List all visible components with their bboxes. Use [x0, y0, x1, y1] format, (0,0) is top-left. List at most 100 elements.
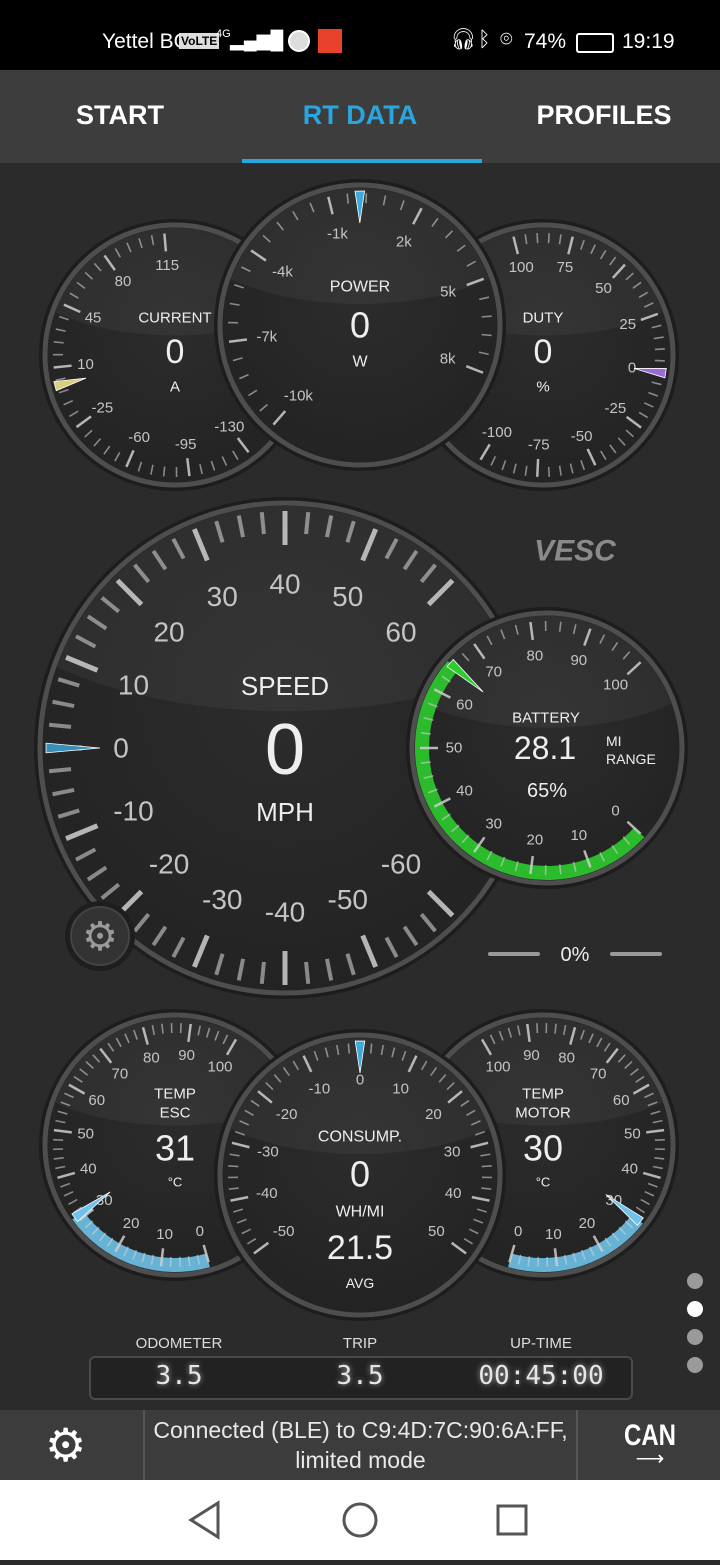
tick-label: 60 — [456, 697, 473, 714]
can-button[interactable]: CAN ⟶ — [600, 1420, 700, 1466]
trip-label: TRIP — [260, 1335, 460, 1352]
tick-label: 20 — [527, 832, 544, 849]
duty-value: 0 — [534, 333, 553, 371]
tick-label: 50 — [595, 280, 612, 297]
tick-label: -1k — [327, 225, 348, 242]
tick-label: 40 — [621, 1161, 638, 1178]
minor-tick — [164, 467, 165, 477]
tick-label: 70 — [111, 1065, 128, 1082]
tick-label: 90 — [570, 652, 587, 669]
tick-label: -10k — [284, 387, 314, 404]
tick-label: 10 — [118, 670, 149, 701]
minor-tick — [348, 1044, 349, 1054]
current-unit: A — [170, 379, 180, 396]
minor-tick — [262, 512, 264, 534]
tick-label: 70 — [485, 663, 502, 680]
tick-label: 80 — [527, 647, 544, 664]
settings-button[interactable]: ⚙ — [45, 1420, 86, 1470]
consumption-unit: WH/MI — [336, 1204, 385, 1221]
tick-label: 0 — [196, 1223, 204, 1240]
tick-label: 0 — [611, 802, 619, 819]
tick-label: 10 — [545, 1226, 562, 1243]
tick-label: -60 — [128, 429, 150, 446]
power-unit: W — [352, 354, 368, 371]
tick-label: -10 — [309, 1081, 331, 1098]
minor-tick — [371, 1044, 372, 1054]
tick-label: 20 — [425, 1106, 442, 1123]
consumption-avg-value: 21.5 — [327, 1229, 393, 1267]
tick-label: 45 — [85, 309, 102, 326]
consumption-title: CONSUMP. — [318, 1129, 402, 1146]
dashboard-gauges: 115804510-25-60-95-1301007550250-25-50-7… — [0, 0, 720, 1560]
power-value: 0 — [350, 305, 370, 346]
minor-tick — [54, 342, 64, 343]
battery-range-value: 28.1 — [514, 730, 576, 766]
tick-label: 5k — [440, 284, 456, 301]
page-indicator-2[interactable] — [687, 1301, 703, 1317]
temp-motor-value: 30 — [523, 1128, 563, 1169]
temp-esc-title: TEMP — [154, 1086, 196, 1103]
tick-label: 90 — [523, 1047, 540, 1064]
tick-label: -25 — [605, 400, 627, 417]
speed-value: 0 — [265, 710, 305, 790]
minor-tick — [54, 1158, 64, 1159]
gauge-settings-button[interactable]: ⚙ — [65, 901, 135, 971]
gear-icon: ⚙ — [82, 915, 118, 959]
recents-icon[interactable] — [498, 1506, 526, 1534]
tick-label: 75 — [557, 259, 574, 276]
tick-label: 0 — [113, 733, 129, 764]
tick-label: -25 — [92, 400, 114, 417]
tick-label: -50 — [273, 1223, 295, 1240]
minor-tick — [481, 1188, 491, 1189]
trip-value: 3.5 — [260, 1361, 460, 1391]
minor-tick — [162, 1024, 163, 1034]
tick-label: 10 — [392, 1081, 409, 1098]
page-indicator-1[interactable] — [687, 1273, 703, 1289]
odometer-label: ODOMETER — [79, 1335, 279, 1352]
tick-label: -50 — [328, 884, 368, 915]
tick-label: 0 — [356, 1072, 364, 1089]
page-indicator-4[interactable] — [687, 1357, 703, 1373]
tick-label: 50 — [446, 740, 463, 757]
tick-label: -10 — [113, 795, 153, 826]
tick-label: 20 — [153, 617, 184, 648]
tick-label: 40 — [445, 1185, 462, 1202]
can-label: CAN — [610, 1420, 690, 1452]
tick-label: 10 — [77, 356, 94, 373]
bottom-bar: ⚙ Connected (BLE) to C9:4D:7C:90:6A:FF, … — [0, 1410, 720, 1480]
minor-tick — [537, 1023, 538, 1033]
tick-label: -95 — [175, 436, 197, 453]
tick-label: -50 — [571, 428, 593, 445]
minor-tick — [654, 1158, 664, 1159]
minor-tick — [482, 335, 492, 336]
uptime-value: 00:45:00 — [441, 1361, 641, 1391]
speed-unit: MPH — [256, 797, 314, 827]
consumption-avg-label: AVG — [346, 1275, 375, 1291]
speed-title: SPEED — [241, 671, 329, 701]
tick-label: 100 — [485, 1059, 510, 1076]
tick-label: -7k — [256, 328, 277, 345]
minor-tick — [560, 622, 561, 632]
minor-tick — [181, 1023, 182, 1033]
battery-unit-range: RANGE — [606, 751, 656, 767]
duty-unit: % — [536, 379, 549, 396]
minor-tick — [549, 467, 550, 477]
minor-tick — [482, 316, 492, 317]
minor-tick — [482, 1166, 492, 1167]
tick-label: 20 — [579, 1215, 596, 1232]
home-icon[interactable] — [344, 1504, 376, 1536]
connection-status: Connected (BLE) to C9:4D:7C:90:6A:FF, li… — [143, 1410, 578, 1480]
tick-label: 50 — [77, 1126, 94, 1143]
major-tick — [164, 233, 166, 251]
tick-label: 80 — [558, 1050, 575, 1067]
tick-label: 100 — [207, 1059, 232, 1076]
back-icon[interactable] — [191, 1503, 218, 1537]
page-indicator-3[interactable] — [687, 1329, 703, 1345]
throttle-value: 0% — [561, 944, 590, 966]
tick-label: -30 — [202, 884, 242, 915]
tick-label: 60 — [88, 1092, 105, 1109]
battery-percent: 65% — [527, 780, 567, 802]
minor-tick — [49, 725, 71, 727]
tick-label: -4k — [272, 263, 293, 280]
tick-label: 115 — [155, 257, 179, 274]
